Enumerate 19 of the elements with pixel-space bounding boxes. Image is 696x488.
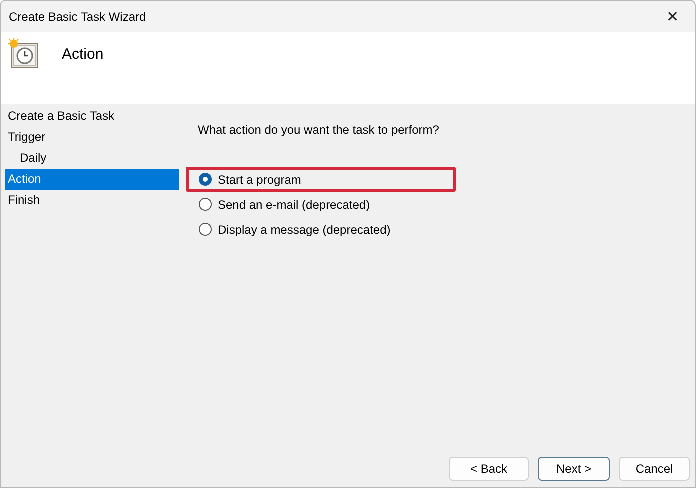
question-text: What action do you want the task to perform? xyxy=(198,123,440,137)
page-heading: Action xyxy=(62,46,104,63)
radio-label[interactable]: Send an e-mail (deprecated) xyxy=(218,198,370,212)
close-icon[interactable]: ✕ xyxy=(651,8,695,26)
clock-icon xyxy=(7,38,41,70)
sidebar-item[interactable]: Finish xyxy=(5,190,179,211)
wizard-button[interactable]: < Back xyxy=(449,457,529,481)
radio-button[interactable] xyxy=(199,198,212,211)
radio-button[interactable] xyxy=(199,223,212,236)
radio-label[interactable]: Start a program xyxy=(218,172,302,186)
sidebar-item[interactable]: Create a Basic Task xyxy=(5,106,179,127)
window-title: Create Basic Task Wizard xyxy=(9,10,146,24)
wizard-button[interactable]: Next > xyxy=(538,457,610,481)
wizard-button[interactable]: Cancel xyxy=(619,457,690,481)
sidebar-item[interactable]: Action xyxy=(5,169,179,190)
sidebar-item[interactable]: Trigger xyxy=(5,127,179,148)
sidebar-item[interactable]: Daily xyxy=(5,148,179,169)
radio-button[interactable] xyxy=(199,173,212,186)
radio-label[interactable]: Display a message (deprecated) xyxy=(218,222,391,236)
